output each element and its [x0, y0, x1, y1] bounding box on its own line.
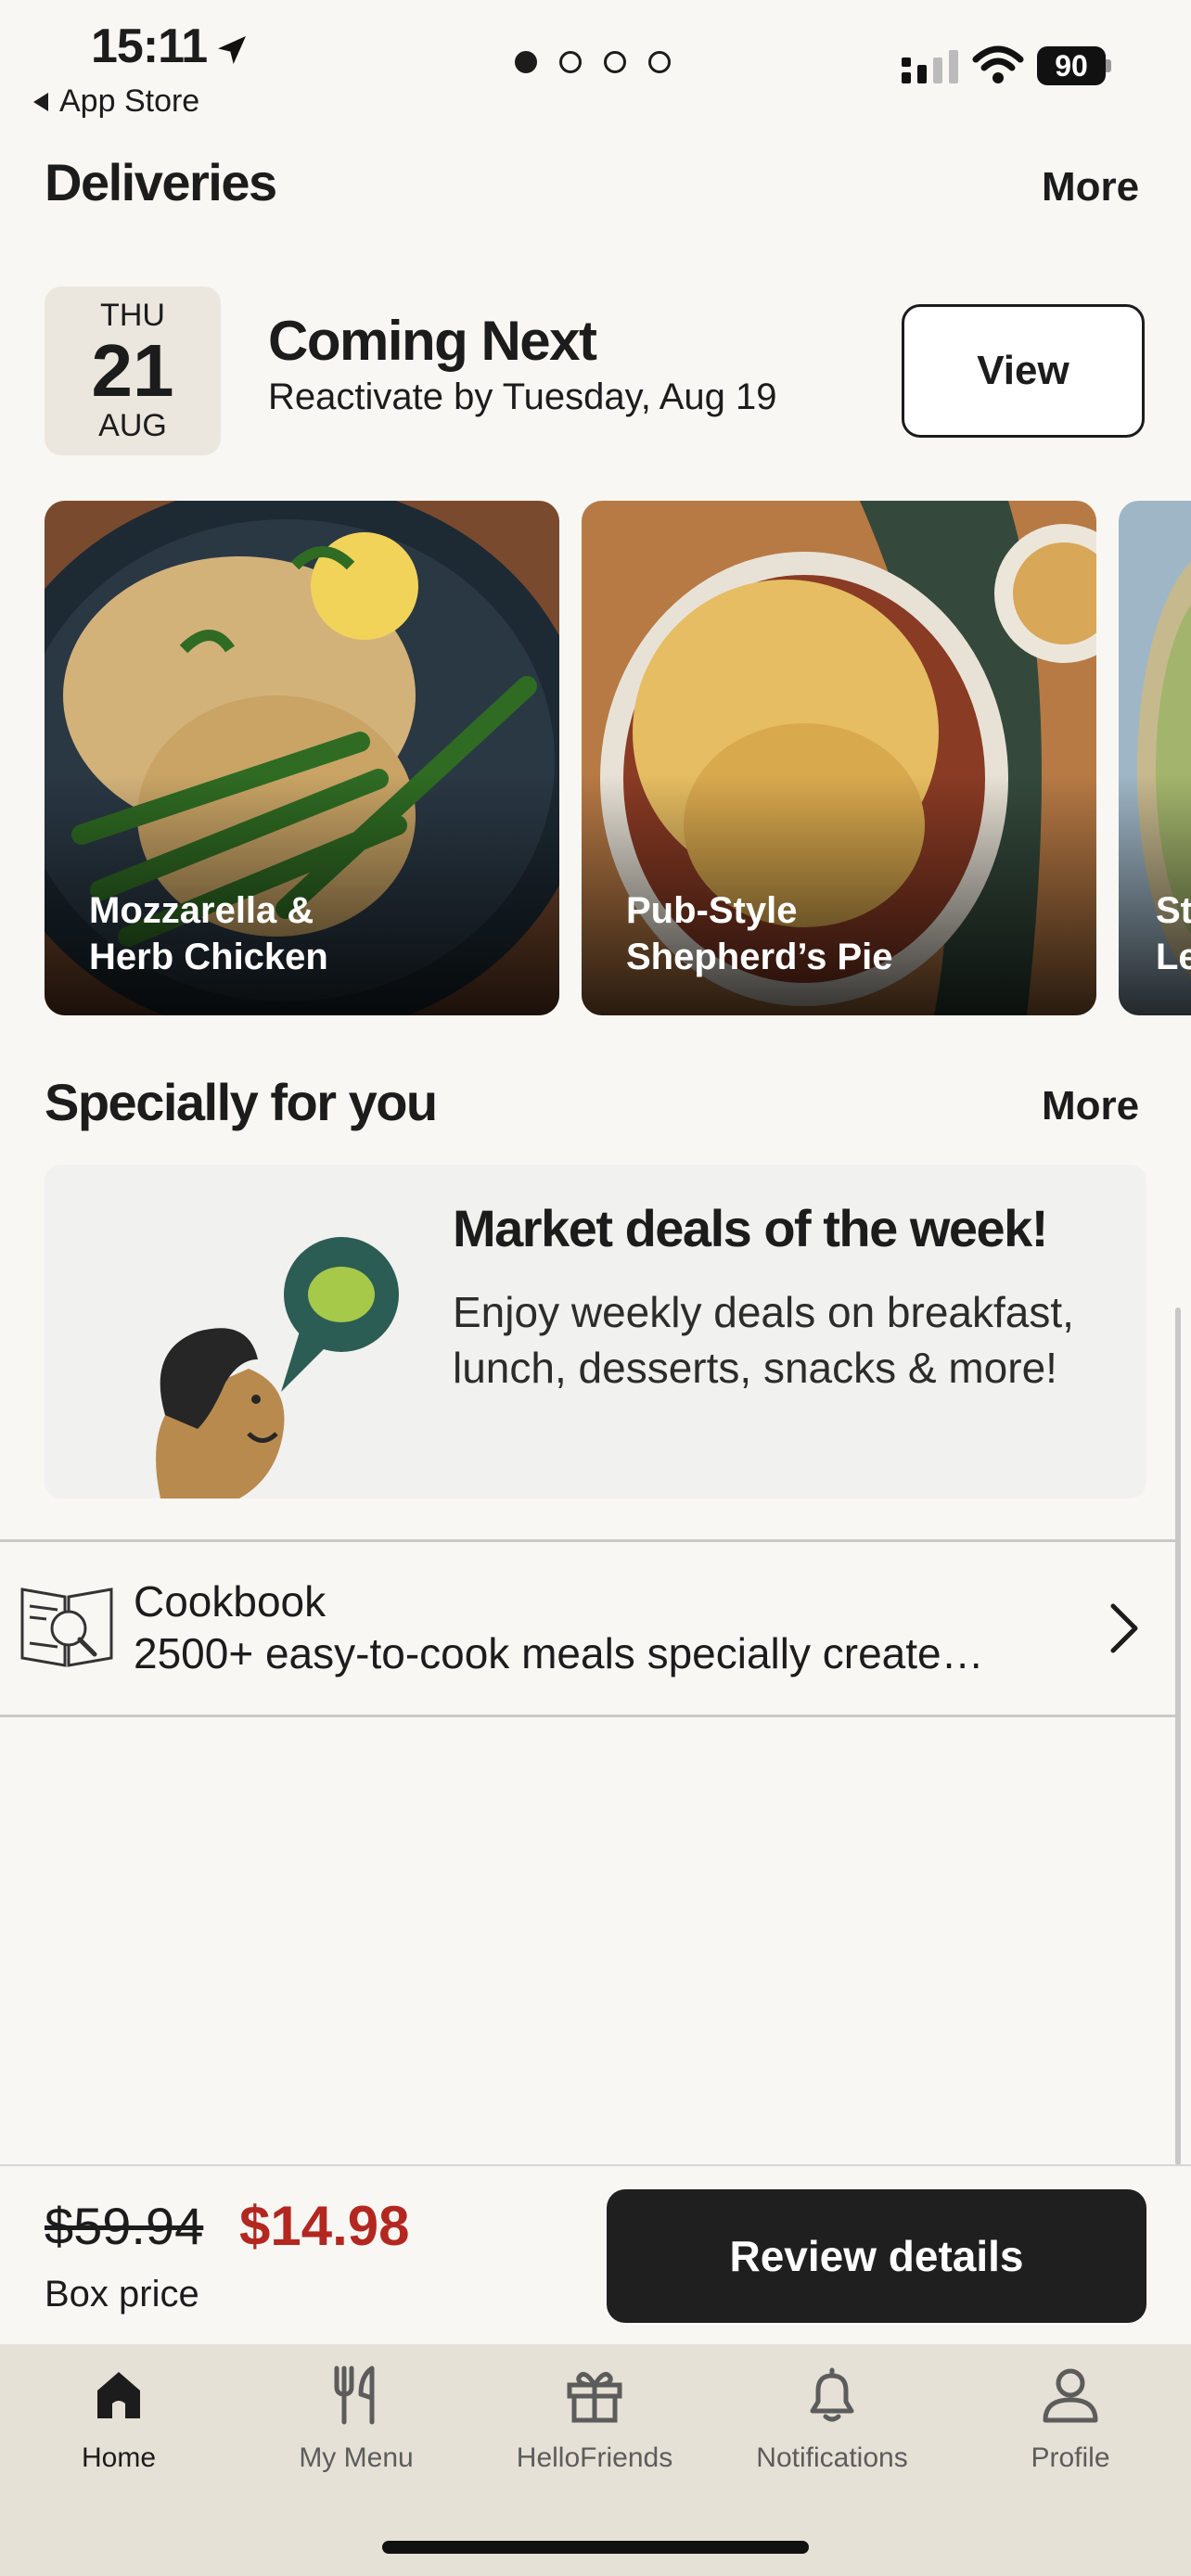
page-dot: [604, 51, 626, 73]
chevron-right-icon: [1110, 1603, 1138, 1653]
tab-hellofriends[interactable]: HelloFriends: [483, 2363, 706, 2474]
review-details-button[interactable]: Review details: [607, 2189, 1146, 2323]
page-dot: [515, 51, 537, 73]
tab-label: Home: [81, 2442, 157, 2473]
promo-illustration: [156, 1237, 399, 1498]
page-dot: [559, 51, 582, 73]
tab-home[interactable]: Home: [7, 2363, 230, 2474]
person-icon: [1043, 2368, 1098, 2423]
deliveries-more-link[interactable]: More: [1042, 164, 1139, 210]
cellular-signal-icon: [902, 50, 958, 83]
page-dot: [648, 51, 671, 73]
specially-for-you-heading: Specially for you: [45, 1073, 438, 1131]
coming-next-title: Coming Next: [268, 310, 597, 372]
deliveries-heading: Deliveries: [45, 153, 277, 211]
gift-icon: [567, 2371, 622, 2423]
delivery-month: AUG: [98, 408, 167, 443]
tab-label: Profile: [1031, 2442, 1110, 2473]
meal-card[interactable]: St Le: [1119, 501, 1191, 1015]
specially-more-link[interactable]: More: [1042, 1083, 1139, 1129]
tab-notifications[interactable]: Notifications: [721, 2363, 943, 2474]
cookbook-title: Cookbook: [134, 1577, 327, 1626]
location-arrow-icon: [218, 36, 246, 64]
tab-label: Notifications: [756, 2442, 908, 2473]
delivery-date-badge: THU 21 AUG: [45, 287, 221, 455]
promo-description: Enjoy weekly deals on breakfast, lunch, …: [453, 1288, 1074, 1392]
view-delivery-button[interactable]: View: [902, 304, 1145, 438]
reactivate-deadline: Reactivate by Tuesday, Aug 19: [268, 376, 777, 417]
promo-title: Market deals of the week!: [453, 1199, 1048, 1257]
tab-label: My Menu: [299, 2442, 414, 2473]
status-time: 15:11: [91, 19, 208, 73]
tab-label: HelloFriends: [516, 2442, 673, 2473]
scrollbar[interactable]: [1175, 1307, 1181, 2165]
home-icon: [97, 2372, 140, 2418]
home-indicator: [382, 2541, 809, 2554]
cookbook-icon: [20, 1588, 113, 1667]
tab-profile[interactable]: Profile: [959, 2363, 1182, 2474]
wifi-icon: [972, 45, 1024, 83]
meal-card[interactable]: Mozzarella & Herb Chicken: [45, 501, 559, 1015]
box-price-label: Box price: [45, 2274, 199, 2315]
tab-my-menu[interactable]: My Menu: [245, 2363, 467, 2474]
page-indicator: [515, 51, 671, 73]
back-app-label: App Store: [59, 83, 200, 119]
original-price: $59.94: [45, 2197, 204, 2255]
meal-name: Pub-Style Shepherd’s Pie: [626, 890, 893, 977]
cookbook-description: 2500+ easy-to-cook meals specially creat…: [134, 1629, 984, 1677]
meal-card[interactable]: Pub-Style Shepherd’s Pie: [582, 501, 1096, 1015]
meal-name: Mozzarella & Herb Chicken: [89, 890, 328, 977]
delivery-day: 21: [91, 329, 174, 412]
back-to-app-store[interactable]: App Store: [33, 83, 199, 120]
battery-level: 90: [1037, 46, 1106, 85]
bell-icon: [810, 2367, 854, 2422]
battery-indicator: 90: [1037, 46, 1113, 85]
fork-knife-icon: [334, 2366, 375, 2425]
meal-name: St Le: [1156, 890, 1191, 977]
discounted-price: $14.98: [239, 2195, 410, 2257]
back-triangle-icon: [33, 92, 48, 111]
